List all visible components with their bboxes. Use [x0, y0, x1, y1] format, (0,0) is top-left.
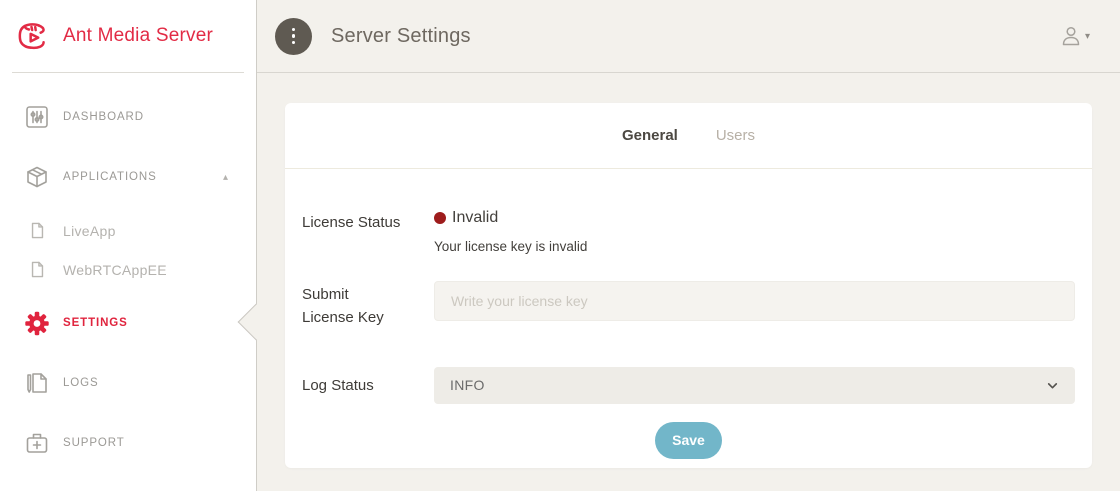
sidebar-item-webrtcappee[interactable]: WebRTCAppEE	[0, 250, 256, 289]
brand[interactable]: Ant Media Server	[0, 0, 256, 72]
license-status-value: Invalid Your license key is invalid	[434, 209, 1075, 254]
tab-users[interactable]: Users	[716, 127, 755, 144]
tab-bar: General Users	[285, 103, 1092, 169]
sidebar-item-support[interactable]: SUPPORT	[0, 419, 256, 467]
sidebar-item-label: APPLICATIONS	[63, 171, 157, 183]
file-icon	[24, 261, 50, 278]
collapse-caret-icon[interactable]: ▴	[223, 172, 228, 183]
sidebar: Ant Media Server DASHBOARD	[0, 0, 257, 491]
sidebar-item-label: SUPPORT	[63, 437, 125, 449]
log-status-select[interactable]: INFO	[434, 367, 1075, 404]
submit-license-label: Submit License Key	[302, 281, 434, 330]
main-area: Server Settings ▾ General Users License	[257, 0, 1120, 491]
tab-general[interactable]: General	[622, 127, 678, 144]
license-status-label: License Status	[302, 209, 434, 234]
file-icon	[24, 222, 50, 239]
user-caret-icon: ▾	[1085, 31, 1090, 42]
dashboard-sliders-icon	[24, 105, 50, 129]
license-status-row: License Status Invalid Your license key …	[302, 209, 1075, 254]
log-file-icon	[24, 371, 50, 395]
license-status-detail: Your license key is invalid	[434, 239, 1075, 254]
kebab-menu-icon[interactable]	[275, 18, 312, 55]
sidebar-item-liveapp[interactable]: LiveApp	[0, 211, 256, 250]
topbar: Server Settings ▾	[257, 0, 1120, 73]
log-status-value: INFO	[450, 377, 485, 393]
app-window: Ant Media Server DASHBOARD	[0, 0, 1120, 491]
gear-icon	[24, 310, 50, 337]
applications-box-icon	[24, 165, 50, 189]
sidebar-item-label: DASHBOARD	[63, 111, 144, 123]
sidebar-item-label: LiveApp	[63, 223, 116, 239]
user-menu[interactable]: ▾	[1059, 24, 1090, 48]
brand-name: Ant Media Server	[63, 25, 213, 47]
sidebar-item-applications[interactable]: APPLICATIONS ▴	[0, 153, 256, 201]
sidebar-nav: DASHBOARD APPLICATIONS ▴	[0, 73, 256, 467]
log-status-label: Log Status	[302, 372, 434, 397]
save-button[interactable]: Save	[655, 422, 722, 459]
chevron-down-icon	[1046, 379, 1059, 392]
sidebar-item-dashboard[interactable]: DASHBOARD	[0, 93, 256, 141]
sidebar-item-label: LOGS	[63, 377, 99, 389]
submit-license-row: Submit License Key	[302, 281, 1075, 330]
settings-card: General Users License Status Invalid You…	[285, 103, 1092, 468]
sidebar-item-settings[interactable]: SETTINGS	[0, 299, 256, 347]
sidebar-item-logs[interactable]: LOGS	[0, 359, 256, 407]
content: General Users License Status Invalid You…	[257, 73, 1120, 491]
ant-media-logo-icon	[14, 16, 54, 56]
support-kit-icon	[24, 431, 50, 455]
license-status-text: Invalid	[452, 209, 498, 227]
license-key-input[interactable]	[434, 281, 1075, 321]
user-icon	[1059, 24, 1083, 48]
sidebar-item-label: SETTINGS	[63, 317, 128, 329]
log-status-row: Log Status INFO	[302, 367, 1075, 404]
page-title: Server Settings	[331, 25, 471, 48]
card-body: License Status Invalid Your license key …	[285, 209, 1092, 459]
sidebar-item-label: WebRTCAppEE	[63, 262, 167, 278]
status-dot-icon	[434, 212, 446, 224]
